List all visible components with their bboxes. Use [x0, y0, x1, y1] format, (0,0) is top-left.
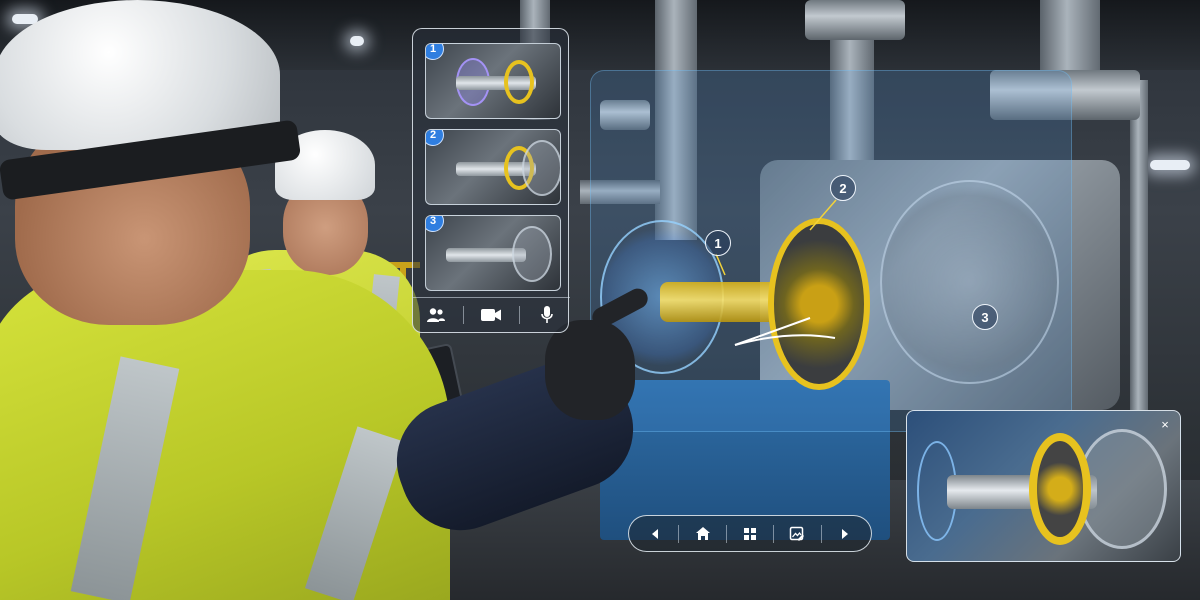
nav-divider	[725, 524, 727, 543]
microphone-icon	[541, 306, 554, 323]
people-button[interactable]	[418, 302, 454, 328]
component-preview-window[interactable]: ×	[906, 410, 1181, 562]
home-icon	[695, 527, 710, 540]
toolbar-divider	[518, 306, 520, 324]
nav-divider	[773, 524, 775, 543]
step-thumbnail-casing	[512, 226, 552, 282]
step-card-1[interactable]: 1	[425, 43, 561, 119]
nav-divider	[678, 524, 680, 543]
callout-marker-2[interactable]: 2	[830, 175, 856, 201]
chevron-left-icon	[652, 528, 659, 539]
step-number-badge: 1	[426, 44, 444, 60]
step-number-badge: 2	[426, 130, 444, 146]
chevron-right-icon	[841, 528, 848, 539]
grid-view-button[interactable]	[733, 520, 767, 548]
video-call-button[interactable]	[473, 302, 509, 328]
procedure-steps-panel: 1 2 3	[412, 28, 570, 333]
image-edit-icon	[790, 526, 805, 541]
microphone-button[interactable]	[529, 302, 565, 328]
next-button[interactable]	[828, 520, 862, 548]
callout-marker-3[interactable]: 3	[972, 304, 998, 330]
callout-marker-1[interactable]: 1	[705, 230, 731, 256]
people-icon	[426, 308, 445, 322]
toolbar-divider	[463, 306, 465, 324]
video-camera-icon	[481, 309, 502, 321]
close-icon: ×	[1161, 416, 1169, 432]
front-worker-glove	[545, 320, 635, 420]
collaboration-toolbar	[413, 297, 570, 332]
navigation-bar	[628, 515, 872, 552]
grid-icon	[743, 527, 756, 540]
step-card-2[interactable]: 2	[425, 129, 561, 205]
nav-divider	[820, 524, 822, 543]
previous-button[interactable]	[638, 520, 672, 548]
image-annotate-button[interactable]	[780, 520, 814, 548]
step-number-badge: 3	[426, 216, 444, 232]
step-thumbnail-casing	[522, 140, 560, 196]
home-button[interactable]	[686, 520, 720, 548]
close-preview-button[interactable]: ×	[1156, 415, 1174, 433]
step-thumbnail-gear	[504, 60, 534, 104]
preview-gear	[1029, 433, 1091, 545]
step-card-3[interactable]: 3	[425, 215, 561, 291]
